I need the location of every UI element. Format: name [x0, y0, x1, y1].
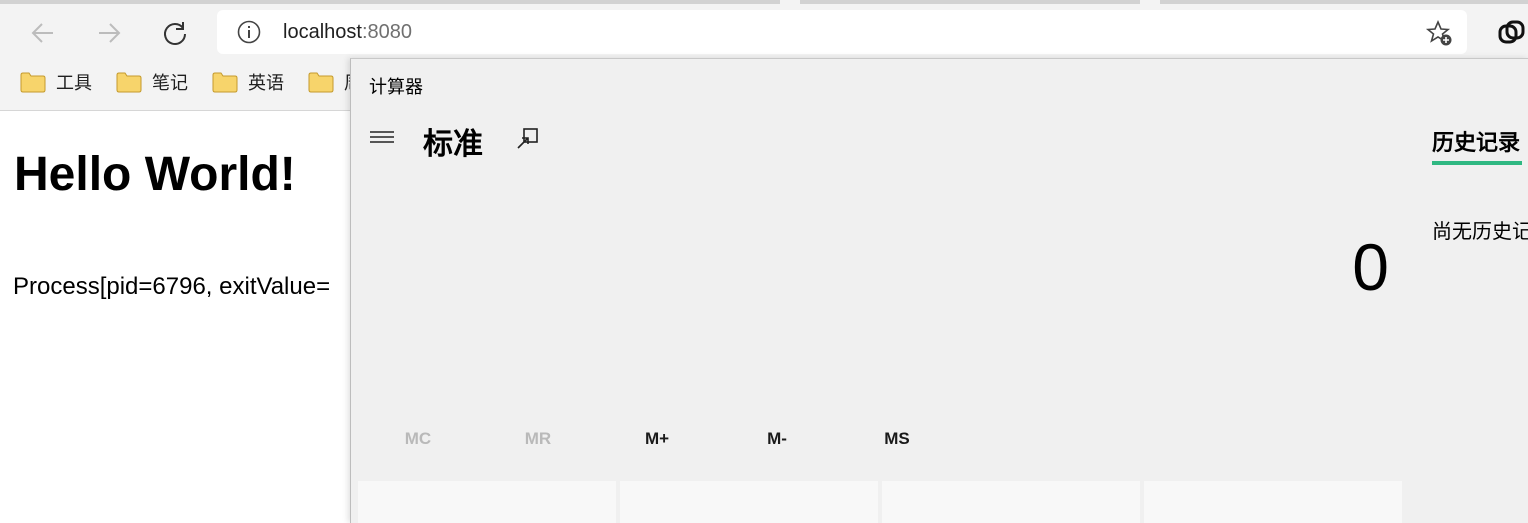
mode-title: 标准 [423, 128, 483, 161]
arrow-left-icon [31, 23, 53, 43]
window-title: 计算器 [369, 77, 423, 97]
star-add-icon[interactable] [1425, 19, 1453, 47]
folder-icon [20, 72, 46, 93]
folder-icon [212, 72, 238, 93]
refresh-button[interactable] [158, 16, 192, 50]
refresh-icon [164, 22, 186, 45]
calculator-key[interactable] [1144, 481, 1402, 523]
bookmark-folder[interactable]: 工具 [20, 68, 92, 96]
bookmark-folder[interactable]: 英语 [212, 68, 284, 96]
history-empty-message: 尚无历史记录 [1432, 221, 1528, 243]
bookmark-folder[interactable]: 笔记 [116, 68, 188, 96]
folder-icon [308, 72, 334, 93]
page-heading: Hello World! [14, 148, 296, 201]
calculator-key[interactable] [882, 481, 1140, 523]
tab-strip-segment [800, 0, 1140, 4]
bookmark-label: 笔记 [152, 73, 188, 93]
memory-subtract-button[interactable]: M- [717, 429, 837, 449]
bookmark-label: 英语 [248, 73, 284, 93]
folder-icon [116, 72, 142, 93]
info-icon[interactable] [237, 20, 261, 44]
url-port: :8080 [361, 21, 412, 43]
calculator-key[interactable] [620, 481, 878, 523]
history-tab-indicator [1432, 161, 1522, 165]
arrow-right-icon [99, 23, 121, 43]
back-button[interactable] [26, 16, 60, 50]
tab-strip [0, 0, 780, 4]
history-tab[interactable]: 历史记录 [1432, 125, 1520, 157]
memory-store-button[interactable]: MS [837, 429, 957, 449]
hamburger-menu-icon[interactable] [369, 127, 395, 147]
memory-clear-button[interactable]: MC [358, 429, 478, 449]
memory-recall-button[interactable]: MR [478, 429, 598, 449]
collections-icon[interactable] [1496, 18, 1526, 48]
tab-strip-segment [1160, 0, 1528, 4]
url-host: localhost [283, 21, 362, 43]
keep-on-top-icon[interactable] [515, 125, 541, 151]
bookmark-label: 工具 [56, 73, 92, 93]
calculator-key[interactable] [358, 481, 616, 523]
forward-button[interactable] [92, 16, 126, 50]
calculator-window: 计算器 标准 0 MC MR M+ M- MS 历史记录 尚无历史记录 [350, 58, 1528, 523]
url-text[interactable]: localhost:8080 [283, 21, 412, 44]
memory-add-button[interactable]: M+ [597, 429, 717, 449]
process-text: Process[pid=6796, exitValue= [13, 273, 331, 300]
address-bar[interactable]: localhost:8080 [217, 10, 1467, 54]
calculator-display: 0 [1352, 230, 1389, 304]
